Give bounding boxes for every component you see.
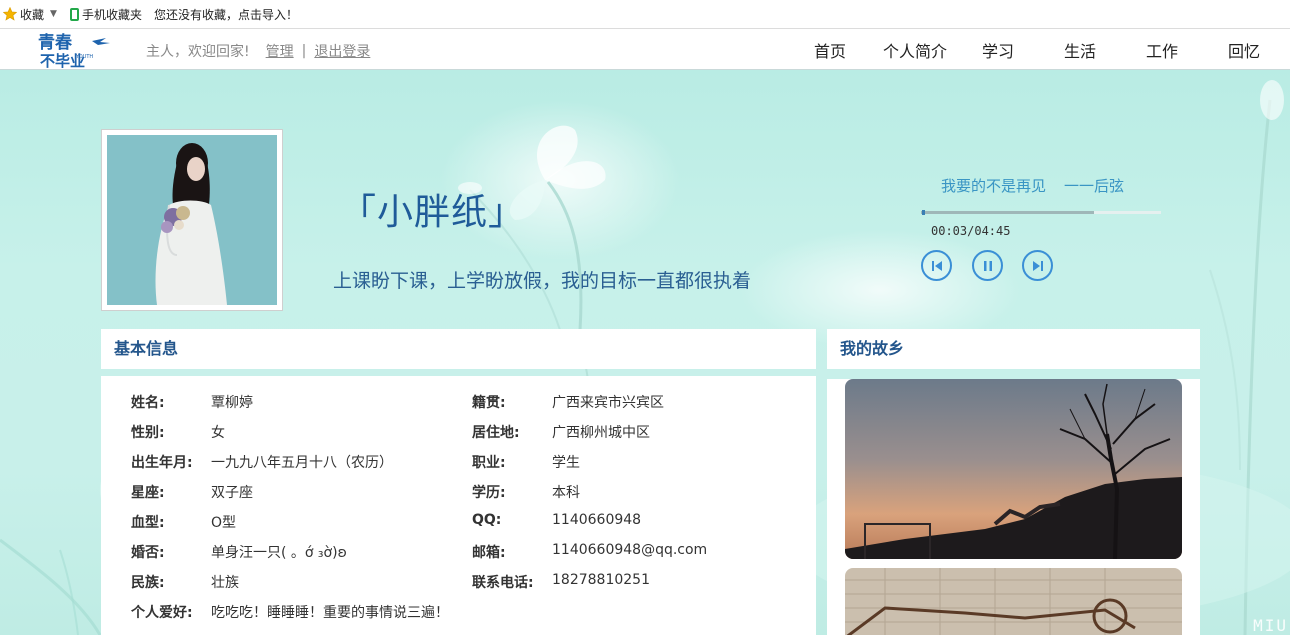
info-label: 个人爱好: [131,605,193,621]
hometown-photo-sunset[interactable] [845,379,1182,559]
skip-forward-icon [1033,261,1043,271]
chevron-down-icon: ▼ [50,9,57,19]
watermark: MIU [1253,616,1288,635]
skip-back-icon [932,261,942,271]
basic-info-body: 姓名: 覃柳婷性别: 女出生年月: 一九九八年五月十八（农历） 星座: 双子座血型: O型婚… [101,376,816,635]
info-label: 联系电话: [472,575,534,591]
info-label: 星座: [131,485,165,501]
info-value: 壮族 [211,575,239,591]
import-hint[interactable]: 您还没有收藏，点击导入！ [154,6,298,23]
logout-link[interactable]: 退出登录 [314,41,370,61]
manage-link[interactable]: 管理 [266,41,294,61]
info-value: O型 [211,515,237,531]
song-artist: 一一后弦 [1064,177,1125,195]
info-value: 一九九八年五月十八（农历） [211,455,393,471]
progress-bar[interactable] [921,210,1161,215]
previous-button[interactable] [921,250,952,281]
hometown-body [827,379,1200,635]
info-label: 邮箱: [472,545,506,561]
info-label: 学历: [472,485,506,501]
avatar-frame [101,129,283,311]
avatar[interactable] [107,135,277,305]
mobile-favorites-label: 手机收藏夹 [81,7,142,22]
favorites-label: 收藏 [20,7,45,22]
info-label: 居住地: [472,425,520,441]
info-label: QQ: [472,512,502,528]
info-value: 双子座 [211,485,253,501]
basic-info-header: 基本信息 [101,329,816,369]
song-title: 我要的不是再见 [941,177,1047,195]
info-value: 吃吃吃！睡睡睡！重要的事情说三遍！ [211,605,449,621]
info-label: 籍贯: [472,395,506,411]
pause-icon [984,261,992,271]
pause-button[interactable] [972,250,1003,281]
svg-text:青春: 青春 [38,32,72,53]
info-label: 姓名: [131,395,165,411]
next-button[interactable] [1022,250,1053,281]
info-value: 学生 [552,455,580,471]
svg-text:YOUTH: YOUTH [75,54,93,60]
info-label: 婚否: [131,545,165,561]
menu-item-life[interactable]: 生活 [1039,38,1121,62]
info-value: 单身汪一只( 。ớ ₃ờ)ʚ [211,545,347,561]
menu-item-profile[interactable]: 个人简介 [874,38,956,62]
main-menu: 首页 个人简介 学习 生活 工作 回忆 [792,38,1290,62]
site-logo[interactable]: 青春 不毕业 YOUTH [36,31,114,69]
info-value: 女 [211,425,225,441]
info-label: 职业: [472,455,506,471]
info-label: 出生年月: [131,455,193,471]
menu-item-home[interactable]: 首页 [792,38,868,62]
info-value: 广西柳州城中区 [552,425,650,441]
info-value: 本科 [552,485,580,501]
info-value: 1140660948 [552,512,642,528]
song-info: 我要的不是再见 一一后弦 [941,175,1124,196]
star-icon [3,7,17,21]
welcome-area: 主人，欢迎回家! 管理 | 退出登录 [146,41,370,61]
menu-item-study[interactable]: 学习 [957,38,1039,62]
welcome-text: 主人，欢迎回家! [146,44,250,60]
info-label: 民族: [131,575,165,591]
hero-background: 「小胖纸」 上课盼下课，上学盼放假，我的目标一直都很执着 我要的不是再见 一一后弦… [0,70,1290,635]
time-display: 00:03/04:45 [931,224,1011,238]
phone-icon [69,7,79,21]
avatar-photo [107,135,277,305]
favorites-menu[interactable]: 收藏 ▼ [3,6,67,23]
buffer-fill [921,211,1094,214]
info-value: 18278810251 [552,572,650,588]
hometown-photo-wall[interactable] [845,568,1182,635]
progress-handle[interactable] [922,210,926,215]
info-value: 广西来宾市兴宾区 [552,395,664,411]
info-value: 1140660948@qq.com [552,542,708,558]
mobile-favorites[interactable]: 手机收藏夹 [69,6,142,23]
nickname: 「小胖纸」 [340,192,526,233]
info-label: 性别: [131,425,165,441]
menu-item-work[interactable]: 工作 [1121,38,1203,62]
top-nav: 青春 不毕业 YOUTH 主人，欢迎回家! 管理 | 退出登录 首页 个人简介 … [0,29,1290,70]
wall-photo [845,568,1182,635]
info-label: 血型: [131,515,165,531]
favorites-bar: 收藏 ▼ 手机收藏夹 您还没有收藏，点击导入！ [0,0,1290,29]
motto: 上课盼下课，上学盼放假，我的目标一直都很执着 [333,270,752,292]
info-value: 覃柳婷 [211,395,253,411]
sunset-photo [845,379,1182,559]
separator: | [301,43,307,59]
hometown-header: 我的故乡 [827,329,1200,369]
menu-item-memories[interactable]: 回忆 [1203,38,1285,62]
